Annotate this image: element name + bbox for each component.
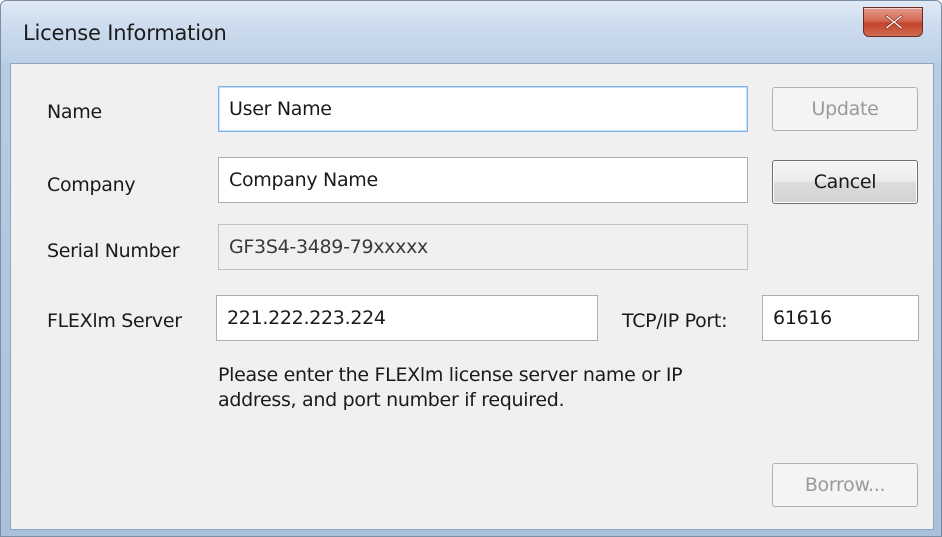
dialog-body: Name Update Company Cancel Serial Number…: [10, 63, 934, 530]
company-field[interactable]: [218, 157, 748, 203]
close-button[interactable]: [863, 7, 923, 37]
name-field[interactable]: [218, 86, 748, 132]
tcp-ip-port-label: TCP/IP Port:: [622, 310, 728, 332]
close-icon: [885, 14, 903, 30]
name-label: Name: [47, 101, 102, 123]
borrow-button[interactable]: Borrow...: [772, 463, 918, 507]
serial-number-label: Serial Number: [47, 240, 180, 262]
serial-number-field: [218, 224, 748, 270]
flexlm-server-field[interactable]: [216, 295, 598, 341]
window-title: License Information: [23, 21, 227, 45]
tcp-ip-port-field[interactable]: [762, 295, 919, 341]
update-button[interactable]: Update: [772, 87, 918, 131]
server-hint-text: Please enter the FLEXlm license server n…: [218, 364, 683, 411]
company-label: Company: [47, 174, 136, 196]
cancel-button[interactable]: Cancel: [772, 160, 918, 204]
license-information-dialog: License Information Name Update Company …: [0, 0, 942, 537]
title-bar[interactable]: License Information: [1, 1, 941, 63]
flexlm-server-label: FLEXlm Server: [47, 310, 182, 332]
